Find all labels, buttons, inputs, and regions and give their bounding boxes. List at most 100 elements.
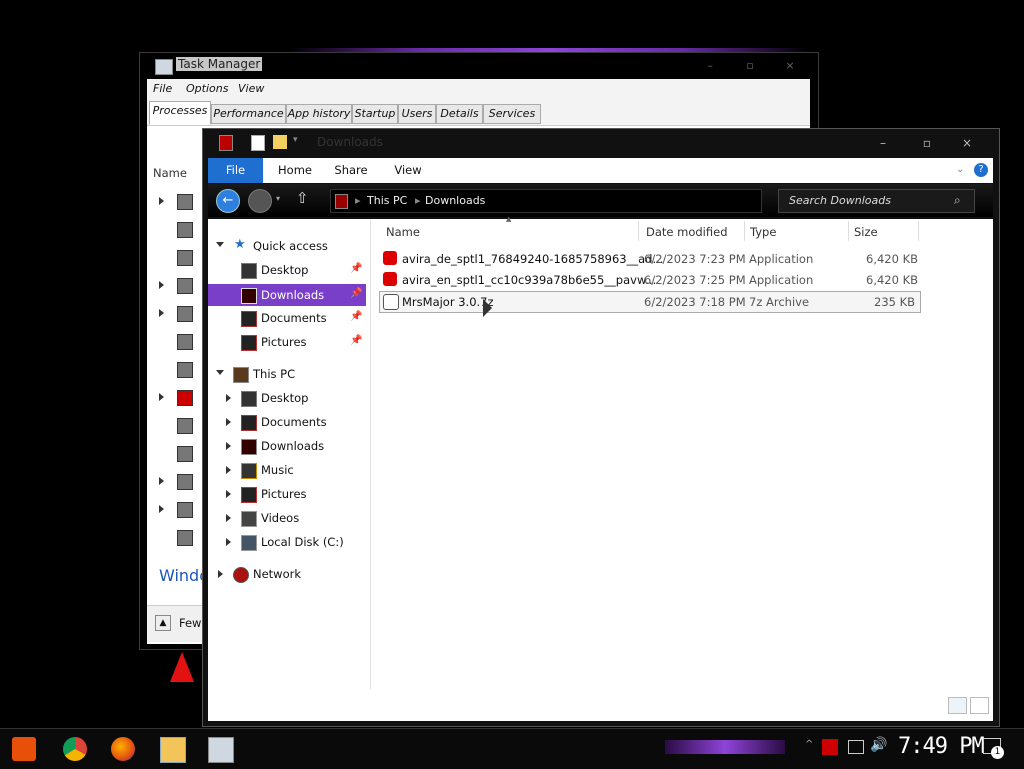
expand-arrow-icon[interactable]	[159, 197, 164, 205]
forward-arrow-icon[interactable]	[248, 189, 272, 213]
firefox-icon[interactable]	[111, 737, 135, 761]
process-row[interactable]	[159, 362, 199, 378]
start-button-icon[interactable]	[12, 737, 36, 761]
breadcrumb[interactable]: ▸ This PC ▸ Downloads	[330, 189, 762, 213]
tab-view[interactable]: View	[383, 158, 433, 183]
help-icon[interactable]: ?	[974, 163, 988, 177]
show-hidden-icons-chevron-icon[interactable]: ^	[805, 739, 813, 750]
details-view-icon[interactable]	[948, 697, 967, 714]
expand-arrow-icon[interactable]	[159, 309, 164, 317]
close-button[interactable]: ×	[770, 59, 810, 73]
minimize-button[interactable]: –	[690, 59, 730, 73]
process-row[interactable]	[159, 278, 199, 294]
process-row[interactable]	[159, 194, 199, 210]
search-input[interactable]: Search Downloads ⌕	[778, 189, 975, 213]
back-arrow-icon[interactable]: ←	[216, 189, 240, 213]
maximize-button[interactable]: ▫	[907, 133, 947, 153]
process-row[interactable]	[159, 222, 199, 238]
quick-access-toolbar-dropdown-icon[interactable]: ▾	[293, 135, 298, 145]
file-row[interactable]: avira_en_sptl1_cc10c939a78b6e55__pavw...…	[380, 270, 920, 290]
nav-pc-pictures[interactable]: Pictures	[208, 483, 366, 505]
pin-icon[interactable]: 📌	[350, 311, 362, 322]
explorer-titlebar[interactable]: ▾ Downloads – ▫ ×	[203, 129, 999, 157]
tab-app-history[interactable]: App history	[286, 104, 352, 124]
process-row[interactable]	[159, 530, 199, 546]
fewer-details-chevron-icon[interactable]: ▲	[155, 615, 171, 631]
nav-pc-music[interactable]: Music	[208, 459, 366, 481]
process-row[interactable]	[159, 418, 199, 434]
expand-arrow-icon[interactable]	[218, 570, 223, 578]
nav-pc-local-disk[interactable]: Local Disk (C:)	[208, 531, 366, 553]
expand-arrow-icon[interactable]	[226, 418, 231, 426]
nav-this-pc[interactable]: This PC	[208, 363, 366, 385]
search-icon[interactable]: ⌕	[954, 193, 961, 208]
pin-icon[interactable]: 📌	[350, 335, 362, 346]
menu-file[interactable]: File	[153, 82, 172, 95]
menu-view[interactable]: View	[238, 82, 264, 95]
recent-locations-dropdown-icon[interactable]: ▾	[276, 194, 280, 203]
tab-file[interactable]: File	[208, 158, 263, 183]
column-date-modified[interactable]: Date modified	[646, 225, 728, 239]
new-folder-icon[interactable]	[273, 135, 287, 149]
breadcrumb-this-pc[interactable]: This PC	[367, 194, 407, 207]
process-row[interactable]	[159, 502, 199, 518]
large-icons-view-icon[interactable]	[970, 697, 989, 714]
process-row[interactable]	[159, 474, 199, 490]
tab-startup[interactable]: Startup	[352, 104, 398, 124]
file-row-selected[interactable]: MrsMajor 3.0.7z 6/2/2023 7:18 PM 7z Arch…	[379, 291, 921, 313]
nav-network[interactable]: Network	[208, 563, 366, 585]
pin-icon[interactable]: 📌	[350, 263, 362, 274]
pin-icon[interactable]: 📌	[350, 288, 362, 299]
tab-users[interactable]: Users	[398, 104, 436, 124]
tab-processes[interactable]: Processes	[149, 101, 211, 125]
process-row[interactable]	[159, 390, 199, 406]
column-header-name[interactable]: Name	[153, 166, 187, 180]
expand-arrow-icon[interactable]	[159, 393, 164, 401]
avira-tray-icon[interactable]	[822, 739, 838, 755]
file-row[interactable]: avira_de_sptl1_76849240-1685758963__ad..…	[380, 249, 920, 269]
column-size[interactable]: Size	[854, 225, 878, 239]
expand-arrow-icon[interactable]	[226, 442, 231, 450]
collapse-arrow-icon[interactable]	[216, 242, 224, 247]
expand-ribbon-chevron-icon[interactable]: ⌄	[956, 164, 964, 175]
chrome-icon[interactable]	[63, 737, 87, 761]
nav-pc-documents[interactable]: Documents	[208, 411, 366, 433]
column-type[interactable]: Type	[750, 225, 776, 239]
fewer-details-link[interactable]: Few	[179, 616, 201, 630]
nav-quick-documents[interactable]: Documents 📌	[208, 307, 366, 329]
task-manager-titlebar[interactable]: Task Manager – ▫ ×	[140, 53, 818, 79]
nav-pc-videos[interactable]: Videos	[208, 507, 366, 529]
breadcrumb-downloads[interactable]: Downloads	[425, 194, 485, 207]
tab-services[interactable]: Services	[483, 104, 541, 124]
expand-arrow-icon[interactable]	[226, 490, 231, 498]
tab-performance[interactable]: Performance	[211, 104, 286, 124]
expand-arrow-icon[interactable]	[226, 514, 231, 522]
tab-home[interactable]: Home	[270, 158, 320, 183]
tab-share[interactable]: Share	[326, 158, 376, 183]
nav-quick-pictures[interactable]: Pictures 📌	[208, 331, 366, 353]
expand-arrow-icon[interactable]	[226, 538, 231, 546]
nav-pc-downloads[interactable]: Downloads	[208, 435, 366, 457]
task-manager-taskbar-icon[interactable]	[208, 737, 234, 763]
expand-arrow-icon[interactable]	[159, 281, 164, 289]
process-row[interactable]	[159, 250, 199, 266]
nav-pc-desktop[interactable]: Desktop	[208, 387, 366, 409]
properties-icon[interactable]	[251, 135, 265, 151]
volume-icon[interactable]: 🔊	[870, 737, 887, 753]
expand-arrow-icon[interactable]	[159, 477, 164, 485]
expand-arrow-icon[interactable]	[226, 466, 231, 474]
maximize-button[interactable]: ▫	[730, 59, 770, 73]
expand-arrow-icon[interactable]	[226, 394, 231, 402]
up-arrow-icon[interactable]: ⇧	[296, 189, 309, 207]
expand-arrow-icon[interactable]	[159, 505, 164, 513]
close-button[interactable]: ×	[947, 133, 987, 153]
collapse-arrow-icon[interactable]	[216, 370, 224, 375]
nav-quick-desktop[interactable]: Desktop 📌	[208, 259, 366, 281]
pane-divider[interactable]	[370, 219, 371, 689]
taskbar-clock[interactable]: 7:49 PM	[898, 734, 985, 759]
process-row[interactable]	[159, 334, 199, 350]
tab-details[interactable]: Details	[436, 104, 483, 124]
process-row[interactable]	[159, 446, 199, 462]
menu-options[interactable]: Options	[186, 82, 228, 95]
process-row[interactable]	[159, 306, 199, 322]
